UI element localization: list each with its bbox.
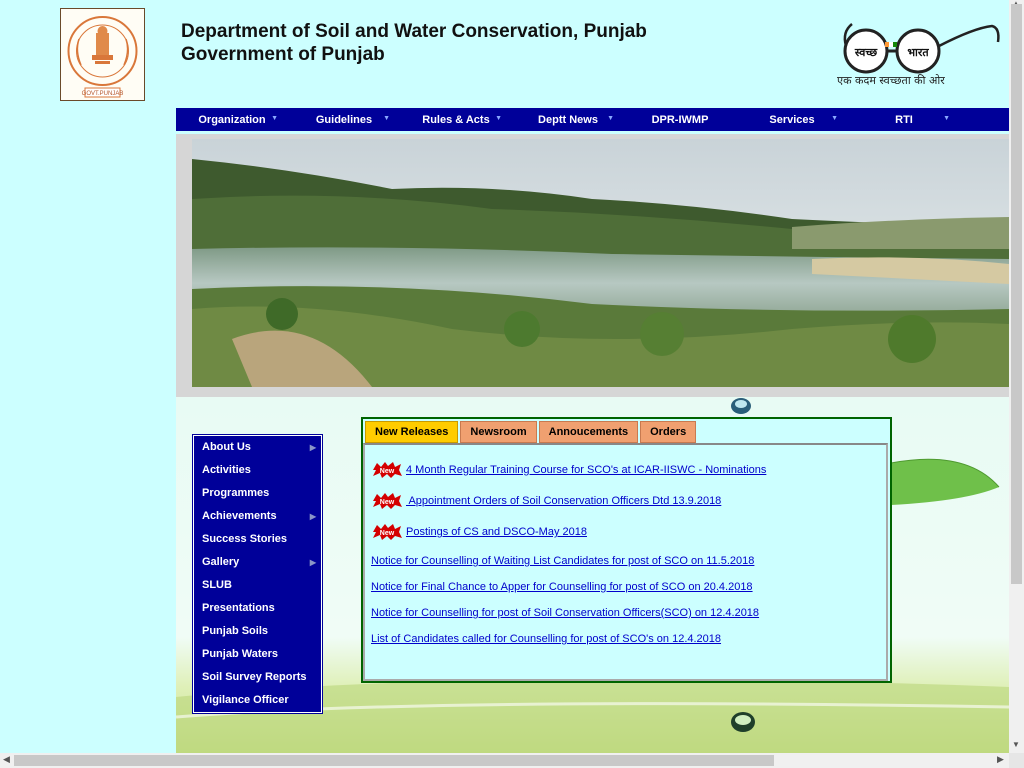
list-item: New 4 Month Regular Training Course for … [371,461,766,479]
banner-pond-photo [192,139,1009,387]
ashoka-emblem-icon: GOVT.PUNJAB [67,16,138,98]
caret-down-icon: ▼ [831,115,838,122]
tab-new-releases[interactable]: New Releases [365,421,459,443]
scroll-right-icon[interactable]: ▶ [997,754,1004,765]
release-link[interactable]: Postings of CS and DSCO-May 2018 [406,526,587,538]
sidebar-item-label: Achievements [202,510,277,522]
nav-rti[interactable]: RTI ▼ [848,108,960,131]
sidebar-item-activities[interactable]: Activities [194,459,321,482]
nav-label: Services [769,113,815,126]
nav-label: Organization [198,113,266,126]
sidebar-item-label: Gallery [202,556,240,568]
sidebar-item-label: Presentations [202,602,275,614]
nav-deptt-news[interactable]: Deptt News ▼ [512,108,624,131]
sidebar-item-about-us[interactable]: About Us ▶ [194,436,321,459]
new-badge-icon: New [373,524,402,540]
list-item: New Postings of CS and DSCO-May 2018 [371,523,587,541]
release-link[interactable]: Notice for Final Chance to Apper for Cou… [371,581,753,593]
arrow-right-icon: ▶ [309,443,316,452]
nav-guidelines[interactable]: Guidelines ▼ [288,108,400,131]
sidebar-item-label: Punjab Waters [202,648,278,660]
nav-dpr-iwmp[interactable]: DPR-IWMP [624,108,736,131]
title-line-2: Government of Punjab [181,44,385,65]
sidebar-item-label: Programmes [202,487,270,499]
sidebar-item-label: Punjab Soils [202,625,269,637]
nav-f-truncated[interactable]: F [960,108,1009,131]
tab-orders[interactable]: Orders [640,421,697,443]
sidebar-item-punjab-soils[interactable]: Punjab Soils [194,620,321,643]
caret-down-icon: ▼ [943,115,950,122]
new-badge-text: New [380,499,395,506]
release-link[interactable]: Notice for Counselling for post of Soil … [371,607,759,619]
page-title: Department of Soil and Water Conservatio… [181,20,647,66]
nav-label: Guidelines [315,113,373,126]
title-line-1: Department of Soil and Water Conservatio… [181,21,647,42]
swachh-tagline: एक कदम स्वच्छता की ओर [837,74,945,87]
scroll-down-icon[interactable]: ▼ [1012,740,1020,749]
sidebar-item-presentations[interactable]: Presentations [194,597,321,620]
sidebar-item-success-stories[interactable]: Success Stories [194,528,321,551]
main-navigation: Organization ▼ Guidelines ▼ Rules & Acts ▼ … [176,108,1009,131]
releases-tab-panel: New Releases Newsroom Annoucements Order… [361,417,892,683]
new-badge-text: New [380,468,395,475]
list-item: New Appointment Orders of Soil Conservat… [371,492,721,510]
tab-newsroom[interactable]: Newsroom [460,421,537,443]
release-link[interactable]: 4 Month Regular Training Course for SCO'… [406,464,766,476]
horizontal-scrollbar[interactable]: ◀ ▶ [0,753,1009,768]
arrow-right-icon: ▶ [309,512,316,521]
caret-down-icon: ▼ [495,115,502,122]
list-item: Notice for Final Chance to Apper for Cou… [371,581,753,593]
scroll-left-icon[interactable]: ◀ [3,754,10,765]
water-drop-icon [730,710,756,739]
list-item: Notice for Counselling for post of Soil … [371,607,759,619]
release-link[interactable]: List of Candidates called for Counsellin… [371,633,721,645]
sidebar-item-label: Vigilance Officer [202,694,289,706]
pond-landscape-image [192,139,1009,387]
nav-label: RTI [895,113,913,126]
swachh-glasses-icon: स्वच्छ भारत [843,23,1000,74]
sidebar-item-label: Activities [202,464,251,476]
sidebar-item-gallery[interactable]: Gallery ▶ [194,551,321,574]
release-link[interactable]: Notice for Counselling of Waiting List C… [371,555,754,567]
horizontal-scroll-thumb[interactable] [14,755,774,766]
punjab-emblem-logo: GOVT.PUNJAB [60,8,145,101]
swachh-word-1: स्वच्छ [854,46,878,59]
tab-announcements[interactable]: Annoucements [538,421,639,443]
new-badge-text: New [380,530,395,537]
caret-down-icon: ▼ [383,115,390,122]
nav-label: Rules & Acts [422,113,490,126]
vertical-scroll-thumb[interactable] [1011,4,1022,584]
caret-down-icon: ▼ [607,115,614,122]
sidebar-item-label: Soil Survey Reports [202,671,307,683]
list-item: Notice for Counselling of Waiting List C… [371,555,754,567]
arrow-right-icon: ▶ [309,558,316,567]
sidebar-item-soil-survey-reports[interactable]: Soil Survey Reports [194,666,321,689]
swachh-word-2: भारत [907,46,929,59]
caret-down-icon: ▼ [271,115,278,122]
sidebar-item-achievements[interactable]: Achievements ▶ [194,505,321,528]
tab-bar: New Releases Newsroom Annoucements Order… [365,421,698,443]
sidebar-item-label: Success Stories [202,533,287,545]
new-badge-icon: New [373,493,402,509]
nav-label: Deptt News [538,113,598,126]
tab-content: New 4 Month Regular Training Course for … [363,443,888,681]
sidebar-item-punjab-waters[interactable]: Punjab Waters [194,643,321,666]
logo-caption: GOVT.PUNJAB [82,91,124,97]
nav-services[interactable]: Services ▼ [736,108,848,131]
sidebar-item-vigilance-officer[interactable]: Vigilance Officer [194,689,321,712]
release-link[interactable]: Appointment Orders of Soil Conservation … [406,495,721,507]
new-badge-icon: New [373,462,402,478]
sidebar-item-slub[interactable]: SLUB [194,574,321,597]
vertical-scrollbar[interactable]: ▲ ▼ [1009,0,1024,753]
sidebar-item-label: SLUB [202,579,232,591]
list-item: List of Candidates called for Counsellin… [371,633,721,645]
nav-organization[interactable]: Organization ▼ [176,108,288,131]
sidebar-item-label: About Us [202,441,251,453]
side-menu: About Us ▶ Activities Programmes Achievem… [193,435,322,713]
nav-rules-acts[interactable]: Rules & Acts ▼ [400,108,512,131]
sidebar-item-programmes[interactable]: Programmes [194,482,321,505]
nav-label: DPR-IWMP [651,113,709,126]
scrollbar-corner [1009,753,1024,768]
